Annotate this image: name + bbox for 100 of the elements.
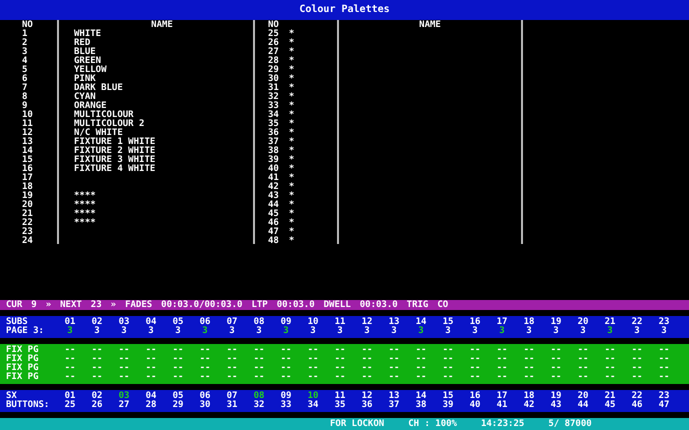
empty-slot[interactable]: -- xyxy=(470,355,480,364)
palette-name[interactable]: YELLOW xyxy=(74,66,107,75)
empty-slot[interactable]: -- xyxy=(388,346,400,356)
palette-name[interactable]: **** xyxy=(74,210,96,219)
sub-number[interactable]: 22 xyxy=(632,318,642,328)
sub-number[interactable]: 14 xyxy=(416,318,426,328)
palette-name[interactable]: BLUE xyxy=(74,48,96,57)
empty-slot[interactable]: -- xyxy=(254,364,264,374)
sx-button[interactable]: 29 xyxy=(172,401,184,410)
empty-slot[interactable]: -- xyxy=(362,346,372,356)
sx-button[interactable]: 47 xyxy=(658,401,670,410)
empty-slot[interactable]: -- xyxy=(550,373,562,382)
empty-slot[interactable]: -- xyxy=(578,346,588,356)
sx-button[interactable]: 23 xyxy=(658,392,670,402)
empty-slot[interactable]: -- xyxy=(200,346,210,356)
palette-name[interactable]: MULTICOLOUR xyxy=(74,110,134,120)
empty-slot[interactable]: -- xyxy=(470,364,480,374)
sub-number[interactable]: 02 xyxy=(92,318,102,328)
sx-button[interactable]: 04 xyxy=(146,392,156,402)
empty-slot[interactable]: -- xyxy=(200,355,210,364)
sx-button[interactable]: 30 xyxy=(200,401,210,410)
sub-number[interactable]: 20 xyxy=(578,318,588,328)
sub-number[interactable]: 17 xyxy=(496,318,508,328)
empty-slot[interactable]: -- xyxy=(388,355,400,364)
empty-slot[interactable]: -- xyxy=(496,364,508,374)
sx-button[interactable]: 31 xyxy=(226,401,238,410)
sx-button[interactable]: 44 xyxy=(578,401,588,410)
empty-slot[interactable]: -- xyxy=(92,355,102,364)
sub-number[interactable]: 09 xyxy=(280,318,292,328)
empty-slot[interactable]: -- xyxy=(146,346,156,356)
empty-slot[interactable]: -- xyxy=(146,364,156,374)
empty-slot[interactable]: -- xyxy=(416,373,426,382)
empty-slot[interactable]: -- xyxy=(172,373,184,382)
sx-button[interactable]: 43 xyxy=(550,401,562,410)
empty-slot[interactable]: -- xyxy=(416,355,426,364)
sx-button[interactable]: 46 xyxy=(632,401,642,410)
empty-slot[interactable]: -- xyxy=(658,364,670,374)
sx-button[interactable]: 19 xyxy=(550,392,562,402)
empty-slot[interactable]: -- xyxy=(334,373,346,382)
palette-name[interactable]: PINK xyxy=(74,74,96,84)
empty-slot[interactable]: -- xyxy=(496,355,508,364)
sub-number[interactable]: 19 xyxy=(550,318,562,328)
sx-button[interactable]: 12 xyxy=(362,392,372,402)
empty-slot[interactable]: -- xyxy=(308,373,318,382)
palette-name[interactable]: GREEN xyxy=(74,56,102,66)
empty-slot[interactable]: -- xyxy=(64,355,76,364)
empty-slot[interactable]: -- xyxy=(632,346,642,356)
empty-slot[interactable]: -- xyxy=(308,346,318,356)
empty-slot[interactable]: -- xyxy=(362,364,372,374)
sx-button[interactable]: 36 xyxy=(362,401,372,410)
sub-number[interactable]: 12 xyxy=(362,318,372,328)
empty-slot[interactable]: -- xyxy=(604,373,616,382)
empty-slot[interactable]: -- xyxy=(226,373,238,382)
empty-slot[interactable]: -- xyxy=(226,346,238,356)
palette-name[interactable]: DARK BLUE xyxy=(74,84,123,93)
sub-number[interactable]: 08 xyxy=(254,318,264,328)
empty-slot[interactable]: -- xyxy=(146,355,156,364)
sub-number[interactable]: 15 xyxy=(442,318,454,328)
empty-slot[interactable]: -- xyxy=(118,373,130,382)
sx-button[interactable]: 13 xyxy=(388,392,400,402)
sx-button[interactable]: 18 xyxy=(524,392,534,402)
empty-slot[interactable]: -- xyxy=(496,346,508,356)
empty-slot[interactable]: -- xyxy=(118,346,130,356)
sx-button[interactable]: 21 xyxy=(604,392,616,402)
sub-number[interactable]: 10 xyxy=(308,318,318,328)
empty-slot[interactable]: -- xyxy=(172,346,184,356)
sx-button[interactable]: 08 xyxy=(254,392,264,402)
empty-slot[interactable]: -- xyxy=(578,364,588,374)
sx-button[interactable]: 14 xyxy=(416,392,426,402)
empty-slot[interactable]: -- xyxy=(280,364,292,374)
empty-slot[interactable]: -- xyxy=(254,373,264,382)
palette-name[interactable]: **** xyxy=(74,192,96,201)
sx-button[interactable]: 35 xyxy=(334,401,346,410)
empty-slot[interactable]: -- xyxy=(334,346,346,356)
empty-slot[interactable]: -- xyxy=(146,373,156,382)
empty-slot[interactable]: -- xyxy=(254,355,264,364)
empty-slot[interactable]: -- xyxy=(334,355,346,364)
palette-name[interactable]: ORANGE xyxy=(74,102,107,111)
sx-button[interactable]: 27 xyxy=(118,401,130,410)
empty-slot[interactable]: -- xyxy=(658,355,670,364)
sx-button[interactable]: 28 xyxy=(146,401,156,410)
sx-button[interactable]: 42 xyxy=(524,401,534,410)
empty-slot[interactable]: -- xyxy=(64,346,76,356)
palette-name[interactable]: FIXTURE 2 WHITE xyxy=(74,146,156,156)
empty-slot[interactable]: -- xyxy=(172,355,184,364)
empty-slot[interactable]: -- xyxy=(416,364,426,374)
sx-button[interactable]: 05 xyxy=(172,392,184,402)
palette-name[interactable]: FIXTURE 1 WHITE xyxy=(74,138,156,147)
empty-slot[interactable]: -- xyxy=(308,364,318,374)
sub-number[interactable]: 03 xyxy=(118,318,130,328)
empty-slot[interactable]: -- xyxy=(578,373,588,382)
sx-button[interactable]: 45 xyxy=(604,401,616,410)
empty-slot[interactable]: -- xyxy=(226,364,238,374)
empty-slot[interactable]: -- xyxy=(550,346,562,356)
sx-button[interactable]: 09 xyxy=(280,392,292,402)
sx-button[interactable]: 16 xyxy=(470,392,480,402)
sx-button[interactable]: 01 xyxy=(64,392,76,402)
sub-number[interactable]: 06 xyxy=(200,318,210,328)
sub-number[interactable]: 16 xyxy=(470,318,480,328)
empty-slot[interactable]: -- xyxy=(470,346,480,356)
